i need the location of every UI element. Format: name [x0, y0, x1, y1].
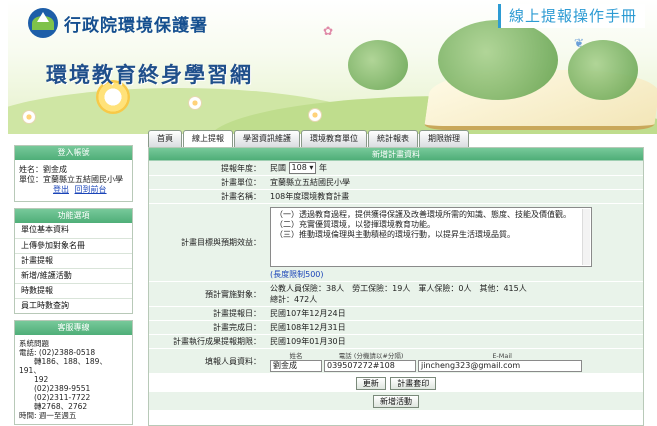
plan-print-button[interactable]: 計畫套印 [390, 377, 437, 390]
header-banner: ✿ ❦ 行政院環境保護署 環境教育終身學習網 線上提報操作手冊 [8, 0, 657, 134]
form-title: 新增計畫資料 [149, 148, 643, 161]
plan-name-value: 108年度環境教育計畫 [267, 189, 643, 204]
goals-textarea[interactable]: （一）透過教育過程，提供獲得保護及改善環境所需的知識、態度、技能及價值觀。 （二… [270, 207, 592, 267]
goals-length-hint: (長度限制500) [270, 270, 324, 279]
deadline-value: 民國109年01月30日 [267, 334, 643, 349]
banner-flower-illustration [308, 108, 322, 122]
update-button[interactable]: 更新 [355, 377, 386, 390]
target-total: 總計：472人 [270, 295, 318, 304]
report-date-value: 民國107年12月24日 [267, 306, 643, 321]
site-title: 環境教育終身學習網 [46, 63, 253, 87]
textarea-scrollbar[interactable] [582, 209, 590, 265]
year-select[interactable]: 108 ▾ [288, 162, 317, 174]
menu-item-unit-info[interactable]: 單位基本資料 [15, 223, 132, 238]
function-menu: 功能選項 單位基本資料 上傳參加對象名冊 計畫提報 新增/維護活動 時數提報 員… [14, 208, 133, 314]
customer-service-panel: 客服專線 系統問題 電話: (02)2388-0518 轉186、188、189… [14, 320, 133, 425]
login-panel-title: 登入帳號 [15, 146, 132, 160]
contact-line: (02)2389-9551 [19, 384, 91, 393]
target-insurance-breakdown: 公教人員保險：38人 勞工保險：19人 軍人保險：0人 其他：415人 [270, 284, 527, 293]
tab-statistics[interactable]: 統計報表 [368, 130, 418, 147]
banner-flower-illustration [22, 110, 36, 124]
person-phone-header: 電話 (分機請以#分隔) [338, 352, 404, 360]
main-tabs: 首頁 線上提報 學習資訊維護 環境教育單位 統計報表 期限辦理 [148, 130, 469, 147]
agency-logo[interactable]: 行政院環境保護署 [28, 8, 208, 38]
new-plan-form: 新增計畫資料 提報年度： 民國 108 ▾ 年 計畫單位： 宜蘭縣立五結國民小學… [148, 147, 644, 426]
year-label: 提報年度： [149, 161, 267, 176]
banner-flower-illustration [188, 96, 202, 110]
menu-item-staff-hours[interactable]: 員工時數查詢 [15, 298, 132, 313]
login-unit: 單位：宜蘭縣立五結國民小學 [19, 175, 123, 184]
finish-date-value: 民國108年12月31日 [267, 320, 643, 335]
sidebar: 登入帳號 姓名：劉金成 單位：宜蘭縣立五結國民小學 登出 回到前台 功能選項 單… [14, 145, 133, 426]
unit-label: 計畫單位： [149, 175, 267, 190]
person-email-header: E-Mail [492, 352, 512, 360]
contact-line: 轉186、188、189、191、 [19, 357, 107, 375]
banner-tree-illustration [348, 40, 408, 90]
tab-home[interactable]: 首頁 [148, 130, 182, 147]
tab-env-edu-units[interactable]: 環境教育單位 [301, 130, 367, 147]
activity-actions: 新增活動 [149, 392, 643, 410]
epa-logo-icon [28, 8, 58, 38]
deadline-label: 計畫執行成果提報期限： [149, 334, 267, 349]
menu-item-activities[interactable]: 新增/維護活動 [15, 268, 132, 283]
form-actions: 更新 計畫套印 [149, 374, 643, 392]
plan-name-label: 計畫名稱： [149, 189, 267, 204]
report-date-label: 計畫提報日： [149, 306, 267, 321]
contact-line: 轉2768、2762 [19, 402, 88, 411]
online-report-manual-link[interactable]: 線上提報操作手冊 [497, 4, 645, 28]
banner-tree-illustration [438, 20, 558, 100]
tab-online-report[interactable]: 線上提報 [183, 130, 233, 147]
menu-item-upload-roster[interactable]: 上傳參加對象名冊 [15, 238, 132, 253]
customer-service-title: 客服專線 [15, 321, 132, 335]
login-name: 姓名：劉金成 [19, 165, 67, 174]
goals-text: （一）透過教育過程，提供獲得保護及改善環境所需的知識、態度、技能及價值觀。 （二… [275, 210, 571, 239]
login-panel: 登入帳號 姓名：劉金成 單位：宜蘭縣立五結國民小學 登出 回到前台 [14, 145, 133, 202]
plan-form-table: 提報年度： 民國 108 ▾ 年 計畫單位： 宜蘭縣立五結國民小學 計畫名稱： … [149, 161, 643, 374]
add-activity-button[interactable]: 新增活動 [373, 395, 419, 408]
person-name-header: 姓名 [289, 352, 303, 360]
logout-link[interactable]: 登出 [53, 185, 69, 194]
contact-line: 192 [19, 375, 49, 384]
person-email-input[interactable]: jincheng323@gmail.com [418, 360, 582, 372]
menu-item-plan-report[interactable]: 計畫提報 [15, 253, 132, 268]
contact-line: 時間: 週一至週五 [19, 411, 77, 420]
goals-label: 計畫目標與預期效益： [149, 203, 267, 282]
unit-value: 宜蘭縣立五結國民小學 [267, 175, 643, 190]
contact-line: 系統問題 [19, 339, 49, 348]
back-to-front-link[interactable]: 回到前台 [75, 185, 107, 194]
finish-date-label: 計畫完成日： [149, 320, 267, 335]
tab-deadline[interactable]: 期限辦理 [419, 130, 469, 147]
contact-line: (02)2311-7722 [19, 393, 91, 402]
person-name-input[interactable]: 劉金成 [270, 360, 322, 372]
year-prefix: 民國 [270, 163, 286, 173]
year-suffix: 年 [318, 163, 327, 173]
person-phone-input[interactable]: 039507272#108 [324, 360, 416, 372]
butterfly-icon: ✿ [323, 24, 334, 38]
person-label: 填報人員資料： [149, 348, 267, 374]
agency-name: 行政院環境保護署 [64, 15, 208, 36]
butterfly-icon: ❦ [574, 36, 585, 50]
function-menu-title: 功能選項 [15, 209, 132, 223]
tab-learning-info[interactable]: 學習資訊維護 [234, 130, 300, 147]
contact-line: 電話: (02)2388-0518 [19, 348, 96, 357]
target-label: 預計實施對象： [149, 281, 267, 307]
year-select-value: 108 [291, 163, 307, 172]
menu-item-hours-report[interactable]: 時數提報 [15, 283, 132, 298]
chevron-down-icon: ▾ [309, 163, 314, 172]
